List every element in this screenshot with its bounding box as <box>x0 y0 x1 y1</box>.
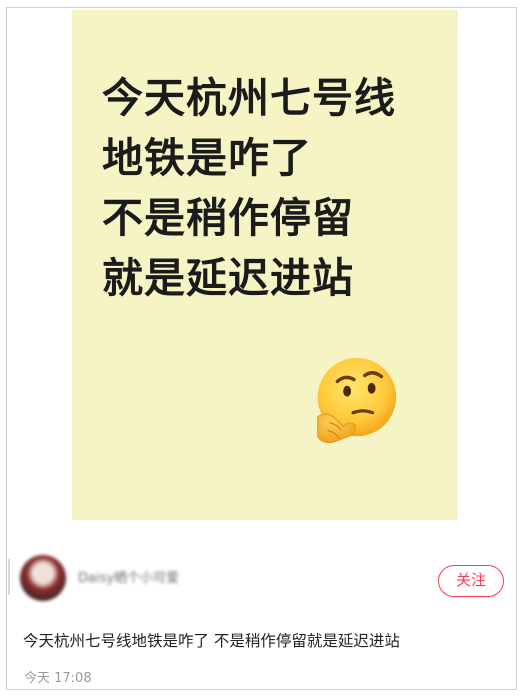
post-caption: 今天杭州七号线地铁是咋了 不是稍作停留就是延迟进站 <box>23 632 400 650</box>
headline-line-1: 今天杭州七号线 <box>102 74 396 122</box>
follow-button[interactable]: 关注 <box>438 565 504 597</box>
thinking-face-icon <box>317 357 397 444</box>
divider <box>8 559 10 595</box>
author-row: Daisy晒个小可爱 关注 <box>6 555 517 609</box>
author-name[interactable]: Daisy晒个小可爱 <box>78 571 179 587</box>
headline-line-2: 地铁是咋了 <box>102 134 312 182</box>
image-headline: 今天杭州七号线 地铁是咋了 不是稍作停留 就是延迟进站 <box>102 68 442 308</box>
post-timestamp: 今天 17:08 <box>24 671 92 686</box>
headline-line-4: 就是延迟进站 <box>102 254 354 302</box>
avatar[interactable] <box>20 555 66 601</box>
headline-line-3: 不是稍作停留 <box>102 194 354 242</box>
